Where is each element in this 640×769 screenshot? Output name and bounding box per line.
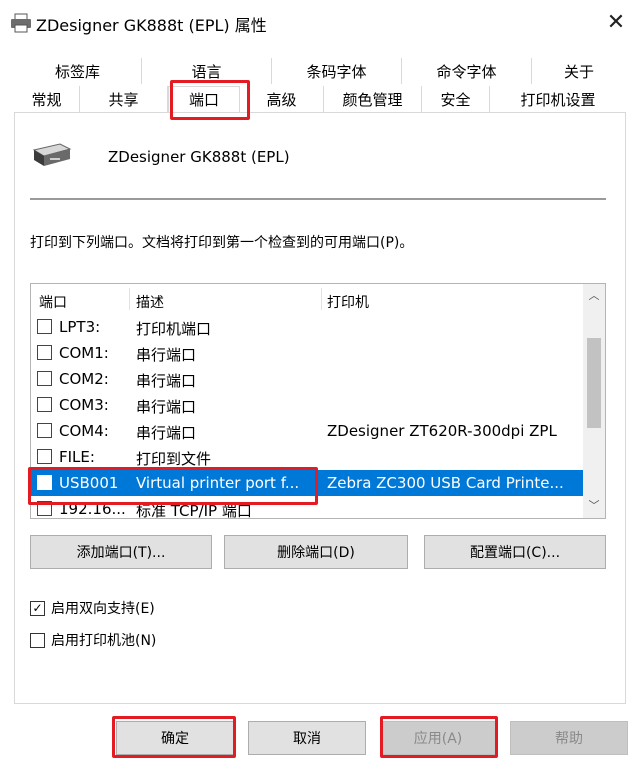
port-printer: Zebra ZC300 USB Card Printe... [327, 474, 564, 492]
pooling-checkbox[interactable] [30, 632, 45, 648]
port-checkbox[interactable] [37, 423, 52, 438]
divider [30, 198, 606, 200]
tab-row-2: 常规 共享 端口 高级 颜色管理 安全 打印机设置 [14, 86, 626, 112]
tab-strip: 标签库 语言 条码字体 命令字体 关于 常规 共享 端口 高级 颜色管理 安全 … [14, 58, 626, 114]
port-checkbox[interactable] [37, 345, 52, 360]
bidirectional-checkbox[interactable]: ✓ [30, 600, 45, 616]
port-list-header: 端口 描述 打印机 [31, 284, 583, 314]
printer-icon [32, 143, 72, 166]
port-row-com3[interactable]: COM3: 串行端口 [31, 392, 583, 418]
tab-label-library[interactable]: 标签库 [14, 58, 142, 84]
scroll-up-icon[interactable]: ︿ [583, 286, 605, 306]
close-icon[interactable]: ✕ [600, 8, 632, 38]
port-row-com1[interactable]: COM1: 串行端口 [31, 340, 583, 366]
port-printer: ZDesigner ZT620R-300dpi ZPL [327, 422, 557, 440]
header-description[interactable]: 描述 [136, 292, 164, 312]
tab-printer-settings[interactable]: 打印机设置 [490, 86, 626, 112]
tab-command-fonts[interactable]: 命令字体 [402, 58, 532, 84]
port-name: COM3: [59, 396, 109, 414]
scroll-down-icon[interactable]: ﹀ [583, 496, 605, 516]
port-description: 打印到下列端口。文档将打印到第一个检查到的可用端口(P)。 [30, 235, 414, 251]
header-port[interactable]: 端口 [39, 292, 67, 312]
cancel-button[interactable]: 取消 [248, 721, 366, 755]
pooling-label: 启用打印机池(N) [51, 633, 157, 649]
bidirectional-label: 启用双向支持(E) [51, 601, 155, 617]
port-desc: 打印到文件 [136, 450, 212, 468]
port-checkbox[interactable] [37, 397, 52, 412]
apply-button-highlight [380, 716, 498, 758]
pooling-option[interactable]: 启用打印机池(N) [30, 630, 156, 650]
port-row-lpt3[interactable]: LPT3: 打印机端口 [31, 314, 583, 340]
port-name: FILE: [59, 448, 95, 466]
title-bar: ZDesigner GK888t (EPL) 属性 ✕ [0, 0, 640, 48]
window-title: ZDesigner GK888t (EPL) 属性 [36, 16, 267, 35]
tab-row-1: 标签库 语言 条码字体 命令字体 关于 [14, 58, 626, 84]
tab-general[interactable]: 常规 [14, 86, 80, 112]
header-printer[interactable]: 打印机 [327, 292, 369, 312]
printer-name: ZDesigner GK888t (EPL) [108, 148, 290, 166]
list-scrollbar[interactable]: ︿ ﹀ [583, 284, 605, 518]
tab-ports-highlight [170, 80, 250, 120]
port-desc: 串行端口 [136, 424, 197, 442]
column-separator[interactable] [321, 288, 322, 310]
port-checkbox[interactable] [37, 371, 52, 386]
port-name: COM2: [59, 370, 109, 388]
port-row-com4[interactable]: COM4: 串行端口 ZDesigner ZT620R-300dpi ZPL [31, 418, 583, 444]
tab-barcode-fonts[interactable]: 条码字体 [272, 58, 402, 84]
scroll-thumb[interactable] [587, 338, 601, 428]
port-checkbox[interactable] [37, 319, 52, 334]
add-port-button[interactable]: 添加端口(T)... [30, 535, 212, 569]
printer-app-icon [11, 13, 31, 33]
port-name: COM4: [59, 422, 109, 440]
tab-advanced[interactable]: 高级 [240, 86, 324, 112]
port-desc: 串行端口 [136, 346, 197, 364]
configure-port-button[interactable]: 配置端口(C)... [424, 535, 606, 569]
port-row-com2[interactable]: COM2: 串行端口 [31, 366, 583, 392]
help-button[interactable]: 帮助 [510, 721, 628, 755]
port-desc: 串行端口 [136, 372, 197, 390]
column-separator[interactable] [129, 288, 130, 310]
port-name: LPT3: [59, 318, 101, 336]
tab-color-management[interactable]: 颜色管理 [324, 86, 422, 112]
tab-sharing[interactable]: 共享 [80, 86, 168, 112]
ok-button-highlight [112, 716, 236, 758]
port-checkbox[interactable] [37, 449, 52, 464]
delete-port-button[interactable]: 删除端口(D) [224, 535, 408, 569]
port-desc: 打印机端口 [136, 320, 212, 338]
bidirectional-option[interactable]: ✓ 启用双向支持(E) [30, 598, 155, 618]
port-desc: 串行端口 [136, 398, 197, 416]
tab-security[interactable]: 安全 [422, 86, 490, 112]
port-name: COM1: [59, 344, 109, 362]
usb001-row-highlight [28, 467, 318, 505]
tab-about[interactable]: 关于 [532, 58, 626, 84]
